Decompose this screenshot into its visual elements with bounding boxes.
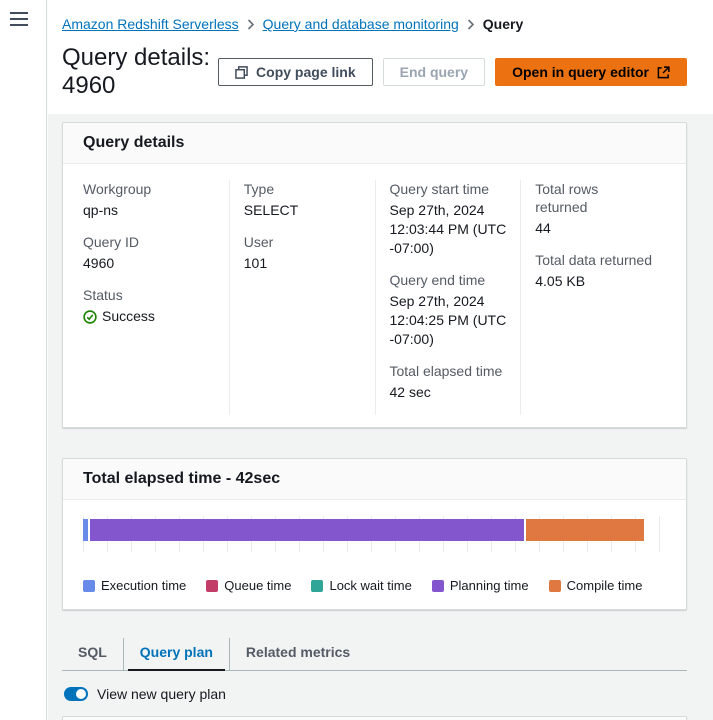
field-query-end-time: Query end time Sep 27th, 2024 12:04:25 P… xyxy=(390,271,507,349)
copy-page-link-button[interactable]: Copy page link xyxy=(218,58,373,86)
legend-item-execution-time[interactable]: Execution time xyxy=(83,578,186,593)
breadcrumb: Amazon Redshift Serverless Query and dat… xyxy=(62,16,687,32)
view-new-query-plan-toggle[interactable] xyxy=(64,687,88,701)
tab-sql[interactable]: SQL xyxy=(62,638,123,670)
legend-swatch xyxy=(432,580,444,592)
breadcrumb-link-query-monitoring[interactable]: Query and database monitoring xyxy=(263,16,459,32)
legend-label: Planning time xyxy=(450,578,529,593)
field-workgroup: Workgroup qp-ns xyxy=(83,180,215,220)
view-new-query-plan-row: View new query plan xyxy=(64,686,687,702)
legend-label: Queue time xyxy=(224,578,291,593)
field-query-id: Query ID 4960 xyxy=(83,233,215,273)
field-user: User 101 xyxy=(244,233,361,273)
page-content: Query details Workgroup qp-ns Query ID 4… xyxy=(48,114,713,720)
tab-bar: SQL Query plan Related metrics xyxy=(62,638,687,671)
field-total-rows-returned: Total rows returned 44 xyxy=(535,180,652,238)
menu-icon[interactable] xyxy=(10,12,28,26)
legend-item-queue-time[interactable]: Queue time xyxy=(206,578,291,593)
bar-segment-planning-time xyxy=(90,519,524,541)
chevron-right-icon xyxy=(247,19,255,30)
bar-segment-compile-time xyxy=(526,519,644,541)
page-header: Amazon Redshift Serverless Query and dat… xyxy=(48,0,713,114)
status-badge: Success xyxy=(83,307,215,326)
elapsed-time-panel-header: Total elapsed time - 42sec xyxy=(63,459,686,500)
query-details-column-1: Workgroup qp-ns Query ID 4960 Status xyxy=(83,180,229,415)
legend-label: Execution time xyxy=(101,578,186,593)
open-in-query-editor-button[interactable]: Open in query editor xyxy=(495,58,687,86)
legend-item-lock-wait-time[interactable]: Lock wait time xyxy=(311,578,411,593)
legend-label: Lock wait time xyxy=(329,578,411,593)
chart-legend: Execution time Queue time Lock wait time Pl… xyxy=(83,578,666,593)
legend-swatch xyxy=(549,580,561,592)
elapsed-time-panel: Total elapsed time - 42sec Execution tim… xyxy=(62,458,687,610)
end-query-button[interactable]: End query xyxy=(383,58,485,86)
external-link-icon xyxy=(657,66,670,79)
field-type: Type SELECT xyxy=(244,180,361,220)
legend-swatch xyxy=(206,580,218,592)
elapsed-bar xyxy=(83,519,666,541)
field-total-data-returned: Total data returned 4.05 KB xyxy=(535,251,652,291)
elapsed-time-title: Total elapsed time - 42sec xyxy=(83,470,280,488)
query-details-column-2: Type SELECT User 101 xyxy=(229,180,375,415)
legend-item-compile-time[interactable]: Compile time xyxy=(549,578,643,593)
breadcrumb-current: Query xyxy=(483,16,523,32)
tab-related-metrics[interactable]: Related metrics xyxy=(229,638,366,670)
legend-item-planning-time[interactable]: Planning time xyxy=(432,578,529,593)
page-title: Query details: 4960 xyxy=(62,44,218,100)
legend-label: Compile time xyxy=(567,578,643,593)
side-navigation-strip xyxy=(0,0,47,720)
toggle-knob xyxy=(76,689,86,699)
query-details-panel: Query details Workgroup qp-ns Query ID 4… xyxy=(62,122,687,428)
stacked-bar-plot xyxy=(83,516,666,552)
query-details-column-4: Total rows returned 44 Total data return… xyxy=(520,180,666,415)
legend-swatch xyxy=(83,580,95,592)
copy-icon xyxy=(235,66,248,79)
title-row: Query details: 4960 Copy page link End q… xyxy=(62,44,687,100)
main-area: Amazon Redshift Serverless Query and dat… xyxy=(48,0,713,720)
breadcrumb-link-redshift-serverless[interactable]: Amazon Redshift Serverless xyxy=(62,16,239,32)
tab-query-plan[interactable]: Query plan xyxy=(123,638,229,670)
query-details-panel-header: Query details xyxy=(63,123,686,164)
toggle-label: View new query plan xyxy=(97,686,226,702)
legend-swatch xyxy=(311,580,323,592)
child-queries-panel: Child queries (15) Info ⚙ Child query se… xyxy=(62,716,687,720)
field-total-elapsed-time: Total elapsed time 42 sec xyxy=(390,362,507,402)
query-details-title: Query details xyxy=(83,134,184,152)
chevron-right-icon xyxy=(467,19,475,30)
field-status: Status Success xyxy=(83,286,215,326)
elapsed-time-chart: Execution time Queue time Lock wait time Pl… xyxy=(63,500,686,609)
header-actions: Copy page link End query Open in query e… xyxy=(218,58,687,86)
success-check-icon xyxy=(83,310,97,324)
bar-segment-execution-time xyxy=(83,519,88,541)
query-details-column-3: Query start time Sep 27th, 2024 12:03:44… xyxy=(375,180,521,415)
query-details-body: Workgroup qp-ns Query ID 4960 Status xyxy=(63,164,686,427)
field-query-start-time: Query start time Sep 27th, 2024 12:03:44… xyxy=(390,180,507,258)
